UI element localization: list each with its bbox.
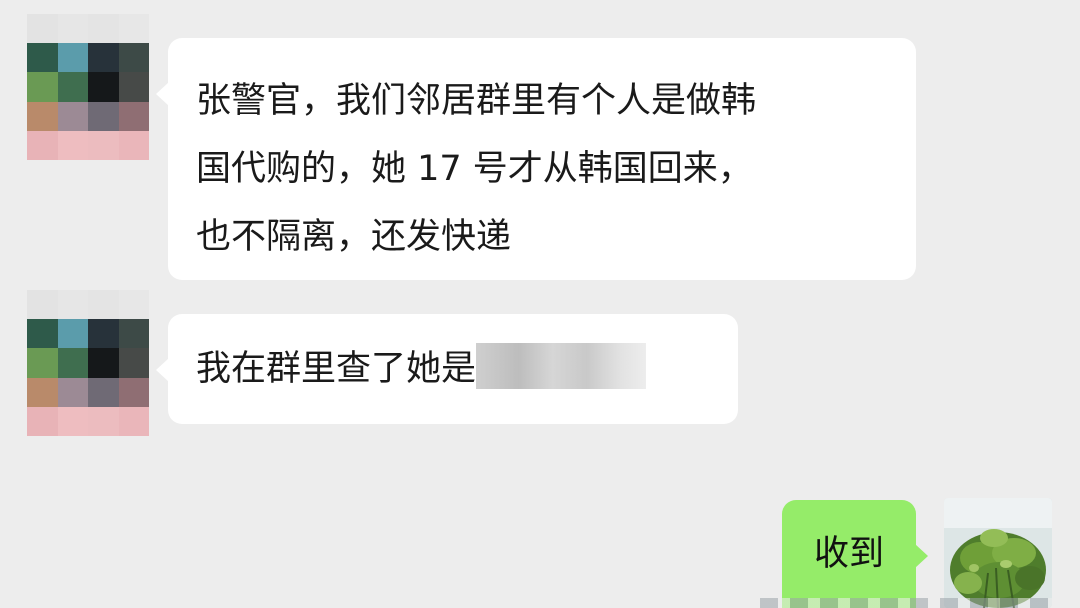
my-message-bubble[interactable]: 收到 bbox=[782, 500, 928, 608]
contact-avatar-pixelated-icon[interactable] bbox=[27, 14, 149, 160]
redaction-mosaic bbox=[476, 343, 647, 389]
cropped-caption-mosaic bbox=[760, 598, 1060, 608]
my-message-text: 收到 bbox=[813, 534, 884, 574]
message-text-line-1: 张警官，我们邻居群里有个人是做韩 bbox=[196, 81, 757, 121]
message-text: 我在群里查了她是 bbox=[196, 335, 738, 403]
message-bubble-2[interactable]: 我在群里查了她是 bbox=[156, 314, 738, 424]
chat-area: 张警官，我们邻居群里有个人是做韩 国代购的，她 17 号才从韩国回来， 也不隔离… bbox=[0, 0, 1080, 608]
message-text-line-2: 国代购的，她 17 号才从韩国回来， bbox=[196, 149, 753, 189]
message-text-line-3: 也不隔离，还发快递 bbox=[196, 217, 512, 257]
contact-avatar-pixelated-icon[interactable] bbox=[27, 290, 149, 436]
message-text-visible: 我在群里查了她是 bbox=[196, 349, 477, 389]
my-avatar-plant-photo[interactable] bbox=[944, 498, 1052, 608]
message-bubble-1[interactable]: 张警官，我们邻居群里有个人是做韩 国代购的，她 17 号才从韩国回来， 也不隔离… bbox=[156, 38, 916, 280]
